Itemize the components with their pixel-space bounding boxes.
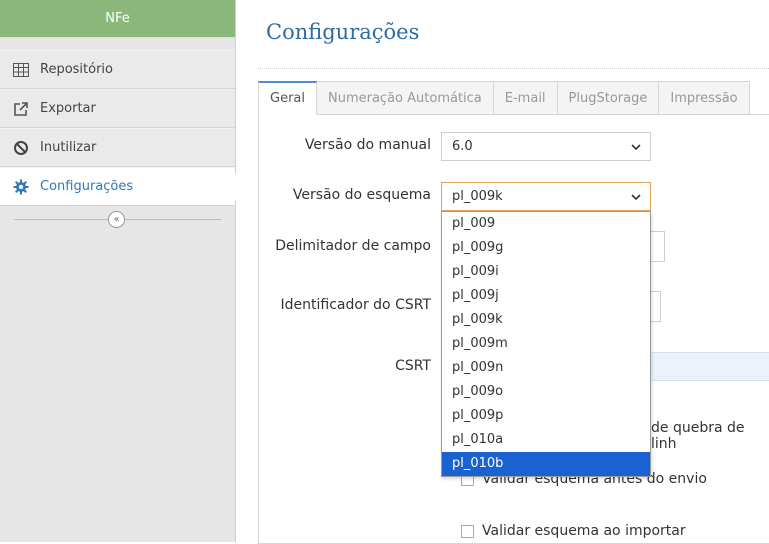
- dropdown-option[interactable]: pl_009j: [442, 284, 650, 308]
- dropdown-option[interactable]: pl_009: [442, 212, 650, 236]
- tab-geral[interactable]: Geral: [258, 81, 317, 115]
- page-title: Configurações: [266, 20, 420, 44]
- dropdown-option[interactable]: pl_009o: [442, 380, 650, 404]
- table-icon: [12, 61, 30, 79]
- sidebar-item-inutilizar[interactable]: Inutilizar: [0, 128, 235, 167]
- sidebar-item-label: Inutilizar: [40, 140, 97, 155]
- line-break-label: de quebra de linh: [651, 420, 745, 452]
- tab-bar: Geral Numeração Automática E-mail PlugSt…: [258, 81, 750, 115]
- title-divider: [258, 68, 769, 69]
- sidebar-item-label: Exportar: [40, 101, 96, 116]
- sidebar-item-repositorio[interactable]: Repositório: [0, 50, 235, 89]
- manual-version-value: 6.0: [452, 139, 473, 154]
- export-icon: [12, 100, 30, 118]
- sidebar: NFe Repositório Exportar Inutilizar Conf…: [0, 0, 243, 542]
- manual-version-select[interactable]: 6.0: [441, 132, 651, 161]
- dropdown-option[interactable]: pl_009i: [442, 260, 650, 284]
- double-chevron-left-icon: «: [113, 214, 120, 225]
- field-delimiter-label: Delimitador de campo: [275, 238, 431, 254]
- chevron-down-icon: [631, 144, 641, 151]
- dropdown-option[interactable]: pl_009k: [442, 308, 650, 332]
- schema-version-value: pl_009k: [452, 189, 503, 204]
- tab-plugstorage[interactable]: PlugStorage: [556, 81, 660, 115]
- validate-import-label: Validar esquema ao importar: [482, 523, 686, 539]
- app-title: NFe: [0, 0, 235, 38]
- sidebar-item-label: Repositório: [40, 62, 113, 77]
- sidebar-item-label: Configurações: [40, 179, 134, 194]
- manual-version-label: Versão do manual: [304, 137, 431, 153]
- dropdown-option[interactable]: pl_009g: [442, 236, 650, 260]
- schema-version-dropdown: pl_009 pl_009g pl_009i pl_009j pl_009k p…: [441, 211, 651, 477]
- csrt-label: CSRT: [395, 358, 431, 374]
- collapse-sidebar-button[interactable]: «: [108, 211, 125, 228]
- validate-import-row[interactable]: Validar esquema ao importar: [461, 523, 686, 539]
- ban-icon: [12, 139, 30, 157]
- chevron-down-icon: [631, 194, 641, 201]
- dropdown-option[interactable]: pl_009p: [442, 404, 650, 428]
- sidebar-menu: Repositório Exportar Inutilizar Configur…: [0, 50, 243, 232]
- csrt-id-label: Identificador do CSRT: [280, 297, 431, 313]
- tab-impressao[interactable]: Impressão: [658, 81, 750, 115]
- dropdown-option[interactable]: pl_009n: [442, 356, 650, 380]
- gear-icon: [12, 178, 30, 196]
- sidebar-item-exportar[interactable]: Exportar: [0, 89, 235, 128]
- tab-email[interactable]: E-mail: [492, 81, 558, 115]
- validate-import-checkbox[interactable]: [461, 524, 474, 538]
- dropdown-option[interactable]: pl_009m: [442, 332, 650, 356]
- dropdown-option-highlighted[interactable]: pl_010b: [442, 452, 650, 476]
- sidebar-item-configuracoes[interactable]: Configurações: [0, 167, 243, 206]
- tab-numeracao-automatica[interactable]: Numeração Automática: [316, 81, 494, 115]
- dropdown-option[interactable]: pl_010a: [442, 428, 650, 452]
- schema-version-label: Versão do esquema: [292, 187, 431, 203]
- sidebar-collapse-row: «: [0, 206, 235, 232]
- schema-version-select[interactable]: pl_009k: [441, 182, 651, 211]
- line-break-text: de quebra de linh: [651, 420, 769, 452]
